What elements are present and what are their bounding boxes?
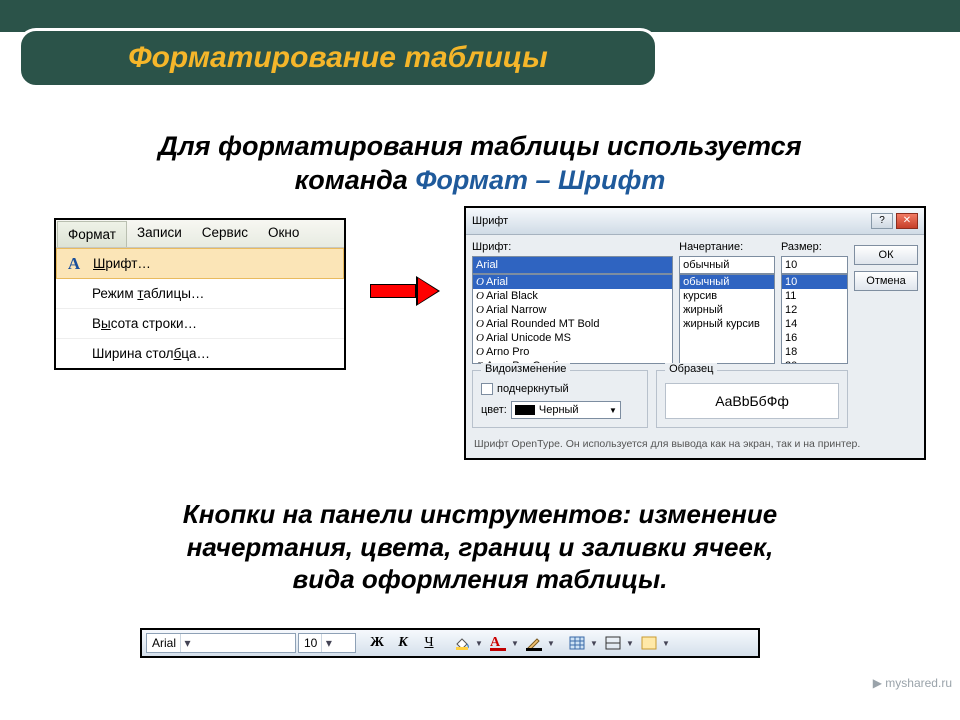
chevron-down-icon[interactable]: ▼ <box>661 639 671 648</box>
chevron-down-icon[interactable]: ▼ <box>625 639 635 648</box>
menu-dropdown: A Шрифт… Режим таблицы… Высота строки… Ш… <box>56 248 344 368</box>
menu-screenshot: Формат Записи Сервис Окно A Шрифт… Режим… <box>54 218 346 370</box>
font-combo[interactable]: Arial ▾ <box>146 633 296 653</box>
formatting-toolbar: Arial ▾ 10 ▾ Ж К Ч ▼ A ▼ ▼ <box>140 628 760 658</box>
help-button[interactable]: ? <box>871 213 893 229</box>
intro-accent: Формат – Шрифт <box>415 165 665 195</box>
border-icon <box>605 636 621 650</box>
close-button[interactable]: ✕ <box>896 213 918 229</box>
intro-line1: Для форматирования таблицы используется <box>158 131 801 161</box>
label-color: цвет: <box>481 404 507 416</box>
chevron-down-icon: ▾ <box>321 634 335 652</box>
chevron-down-icon[interactable]: ▼ <box>546 639 556 648</box>
label-size: Размер: <box>781 241 848 253</box>
letter-a-icon: A <box>65 254 83 272</box>
chevron-down-icon[interactable]: ▼ <box>510 639 520 648</box>
dialog-title: Шрифт <box>472 215 508 227</box>
font-list[interactable]: OArial OArial Black OArial Narrow OArial… <box>472 274 673 364</box>
grid-icon <box>569 636 585 650</box>
bold-button[interactable]: Ж <box>365 632 389 654</box>
size-input[interactable]: 10 <box>781 256 848 274</box>
menu-item-tablemode[interactable]: Режим таблицы… <box>56 279 344 309</box>
sample-group: Образец AaBbБбФф <box>656 370 848 428</box>
menu-bar: Формат Записи Сервис Окно <box>56 220 344 248</box>
menu-service[interactable]: Сервис <box>192 220 258 247</box>
chevron-down-icon: ▾ <box>180 634 194 652</box>
menu-item-colwidth[interactable]: Ширина столбца… <box>56 339 344 368</box>
screenshots-row: Формат Записи Сервис Окно A Шрифт… Режим… <box>54 218 926 460</box>
dialog-titlebar: Шрифт ? ✕ <box>466 208 924 235</box>
effects-group: Видоизменение подчеркнутый цвет: Черный … <box>472 370 648 428</box>
chevron-down-icon[interactable]: ▼ <box>589 639 599 648</box>
bucket-icon <box>454 636 470 650</box>
ok-button[interactable]: ОК <box>854 245 918 265</box>
label-font: Шрифт: <box>472 241 673 253</box>
line-color-button[interactable] <box>522 632 546 654</box>
watermark: ▶ myshared.ru <box>873 676 952 690</box>
gridlines-button[interactable] <box>565 632 589 654</box>
arrow-right <box>362 276 448 306</box>
italic-button[interactable]: К <box>391 632 415 654</box>
checkbox-icon <box>481 383 493 395</box>
fill-color-button[interactable] <box>450 632 474 654</box>
size-list[interactable]: 10 11 12 14 16 18 20 <box>781 274 848 364</box>
menu-format[interactable]: Формат <box>57 221 127 247</box>
intro-line2-prefix: команда <box>295 165 416 195</box>
menu-item-rowheight[interactable]: Высота строки… <box>56 309 344 339</box>
style-list[interactable]: обычный курсив жирный жирный курсив <box>679 274 775 364</box>
label-style: Начертание: <box>679 241 775 253</box>
fill-button[interactable] <box>637 632 661 654</box>
border-style-button[interactable] <box>601 632 625 654</box>
style-input[interactable]: обычный <box>679 256 775 274</box>
menu-window[interactable]: Окно <box>258 220 309 247</box>
font-dialog: Шрифт ? ✕ Шрифт: Arial OArial OArial Bla… <box>464 206 926 460</box>
size-combo[interactable]: 10 ▾ <box>298 633 356 653</box>
fill-icon <box>641 636 657 650</box>
color-select[interactable]: Черный ▼ <box>511 401 621 419</box>
font-color-button[interactable]: A <box>486 632 510 654</box>
chevron-down-icon: ▼ <box>609 406 617 415</box>
sample-preview: AaBbБбФф <box>665 383 839 419</box>
black-swatch-icon <box>515 405 535 415</box>
chevron-down-icon[interactable]: ▼ <box>474 639 484 648</box>
slide-title: Форматирование таблицы <box>18 28 658 88</box>
font-input[interactable]: Arial <box>472 256 673 274</box>
intro-text: Для форматирования таблицы используется … <box>40 130 920 198</box>
bottom-paragraph: Кнопки на панели инструментов: изменение… <box>40 498 920 596</box>
menu-records[interactable]: Записи <box>127 220 192 247</box>
underline-checkbox[interactable]: подчеркнутый <box>481 383 639 395</box>
menu-item-font[interactable]: A Шрифт… <box>56 248 344 279</box>
underline-button[interactable]: Ч <box>417 632 441 654</box>
dialog-footer-text: Шрифт OpenType. Он используется для выво… <box>466 436 924 458</box>
cancel-button[interactable]: Отмена <box>854 271 918 291</box>
